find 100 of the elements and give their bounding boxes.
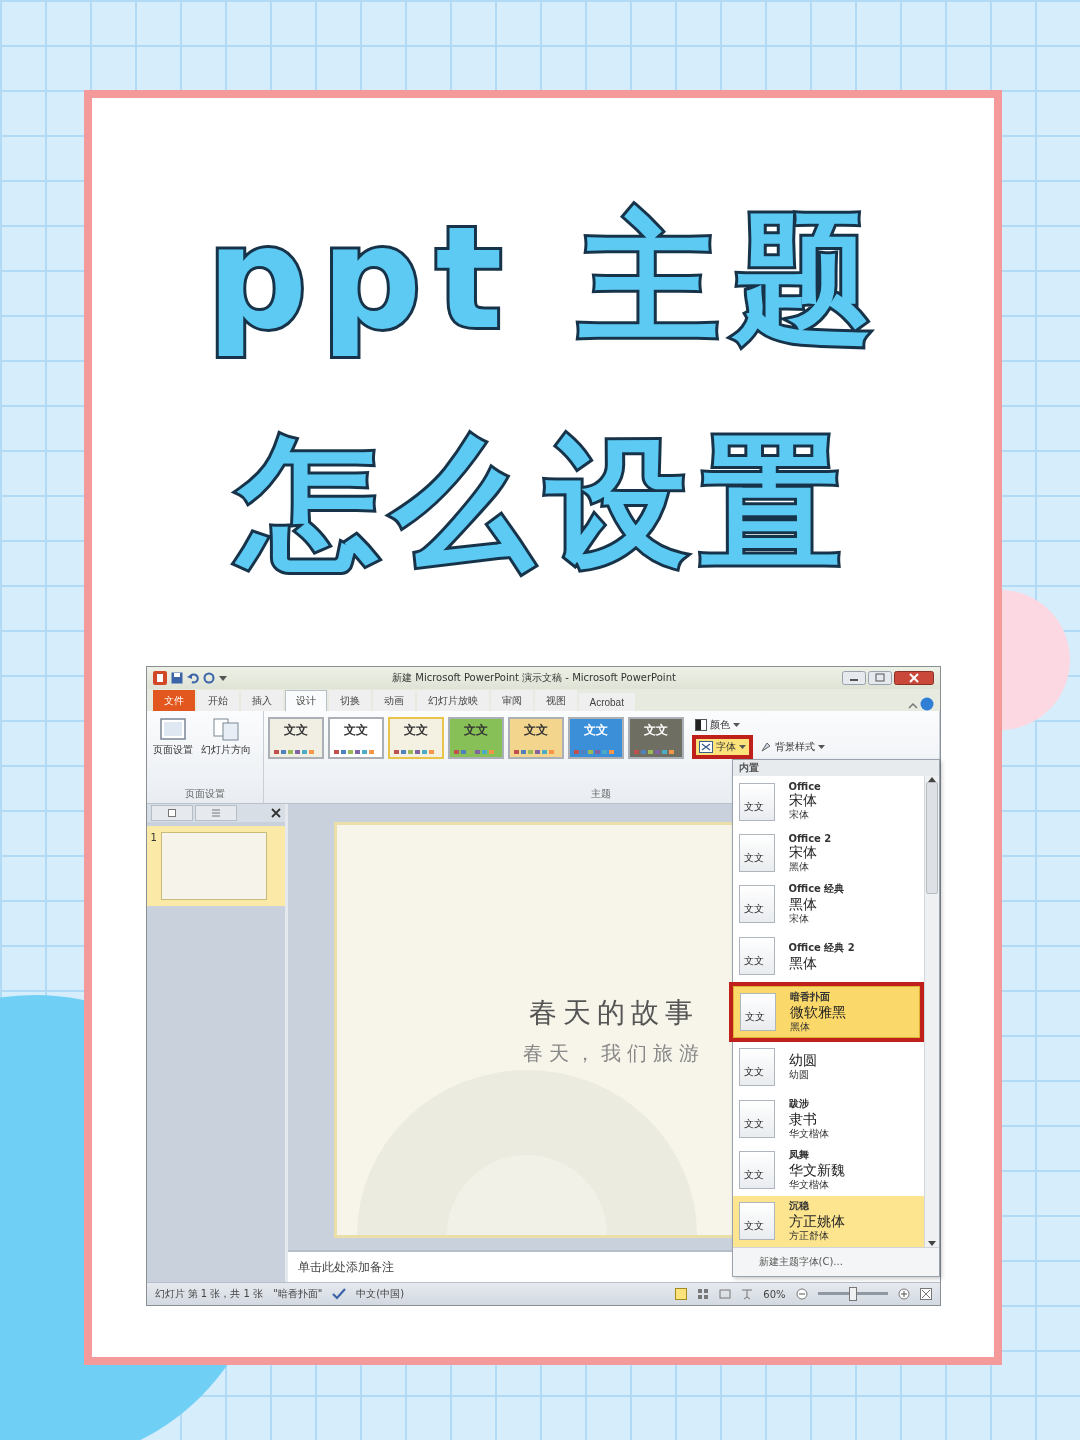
reading-view-icon[interactable] — [719, 1288, 732, 1300]
app-logo-icon[interactable] — [152, 671, 167, 685]
theme-thumbnail[interactable]: 文文 — [447, 717, 504, 759]
caret-icon — [817, 744, 825, 750]
slide-thumbnail[interactable] — [160, 832, 267, 900]
font-preview-tile: 文文 — [739, 992, 776, 1031]
heading-font: 宋体 — [788, 843, 818, 860]
proofing-check-icon[interactable] — [332, 1288, 347, 1300]
font-preview-tile: 文文 — [738, 936, 775, 975]
theme-thumbnail[interactable]: 文文 — [507, 717, 564, 759]
close-icon[interactable] — [270, 808, 281, 818]
ribbon-tab[interactable]: 文件 — [152, 690, 195, 711]
heading-font: 微软雅黑 — [789, 1003, 846, 1020]
theme-font-name: 跋涉 — [788, 1096, 810, 1111]
theme-font-name: Office — [788, 781, 821, 793]
slide-subtitle: 春天，我们旅游 — [522, 1039, 705, 1067]
save-icon[interactable] — [170, 672, 183, 684]
menu-item[interactable]: 文文 暗香扑面 微软雅黑 黑体 — [732, 985, 920, 1038]
ribbon-tab[interactable]: 审阅 — [490, 690, 533, 711]
scrollbar[interactable] — [923, 776, 939, 1247]
slides-icon — [167, 809, 176, 817]
menu-item[interactable]: 文文 凤舞 华文新魏 华文楷体 — [732, 1144, 924, 1196]
body-font: 黑体 — [788, 859, 810, 874]
heading-font: 黑体 — [788, 954, 818, 971]
fit-window-icon[interactable] — [919, 1288, 932, 1300]
slide-thumbnail-row[interactable]: 1 — [146, 826, 285, 906]
color-swatches-drawing — [633, 750, 674, 754]
color-swatches-drawing — [393, 750, 434, 754]
dropdown-caret-icon[interactable] — [218, 674, 227, 682]
menu-item[interactable]: 文文 Office 经典 黑体 宋体 — [732, 878, 924, 931]
slider-thumb[interactable] — [848, 1287, 857, 1301]
body-font: 方正舒体 — [788, 1229, 830, 1244]
ribbon-option[interactable]: 颜色 — [691, 717, 862, 733]
menu-command[interactable]: 新建主题字体(C)... — [732, 1247, 939, 1276]
language-label[interactable]: 中文(中国) — [356, 1287, 405, 1301]
slideshow-icon[interactable] — [741, 1288, 754, 1300]
theme-thumbnail[interactable]: 文文 — [627, 717, 684, 759]
menu-item[interactable]: 文文 Office 经典 2 黑体 — [732, 930, 924, 982]
slide-number: 1 — [150, 832, 157, 845]
ribbon-tab[interactable]: 插入 — [240, 690, 283, 711]
ribbon-tab[interactable]: 动画 — [372, 690, 415, 711]
menu-item[interactable]: 文文 Office 2 宋体 黑体 — [732, 827, 924, 879]
menu-item[interactable]: 文文 幼圆 幼圆 — [732, 1041, 924, 1093]
zoom-in-icon[interactable] — [897, 1288, 910, 1300]
headline-text: 怎么设置 — [215, 408, 871, 598]
font-preview-tile: 文文 — [738, 1150, 775, 1189]
color-swatches-drawing — [513, 750, 554, 754]
font-preview-tile: 文文 — [738, 1099, 775, 1138]
outline-icon — [211, 809, 220, 817]
ribbon-option[interactable]: 背景样式 — [756, 739, 828, 755]
zoom-level[interactable]: 60% — [763, 1288, 786, 1300]
ribbon-tab[interactable]: 切换 — [328, 690, 371, 711]
slide-count: 幻灯片 第 1 张，共 1 张 — [154, 1287, 264, 1301]
window-title: 新建 Microsoft PowerPoint 演示文稿 - Microsoft PowerPoint — [391, 671, 677, 685]
theme-font-name: 暗香扑面 — [789, 989, 831, 1004]
menu-item[interactable]: 文文 跋涉 隶书 华文楷体 — [732, 1092, 924, 1145]
zoom-out-icon[interactable] — [795, 1288, 808, 1300]
heading-font: 黑体 — [788, 896, 818, 913]
group-label: 页面设置 — [184, 787, 225, 801]
pages-icon — [211, 717, 240, 741]
slides-tab[interactable] — [150, 805, 193, 821]
theme-font-name: Office 经典 — [788, 882, 845, 897]
font-preview-tile: 文文 — [738, 782, 775, 821]
normal-view-icon[interactable] — [675, 1288, 688, 1300]
undo-icon[interactable] — [186, 672, 199, 684]
body-font: 宋体 — [788, 808, 810, 823]
theme-thumbnail[interactable]: 文文 — [267, 717, 324, 759]
theme-font-name: Office 经典 2 — [788, 940, 855, 955]
ribbon-tab[interactable]: 幻灯片放映 — [416, 690, 489, 711]
color-swatches-drawing — [273, 750, 314, 754]
ribbon-tab[interactable]: 设计 — [284, 690, 327, 711]
slide-title: 春天的故事 — [528, 994, 699, 1031]
minimize-icon[interactable] — [841, 671, 866, 685]
close-icon[interactable] — [893, 671, 934, 685]
caret-icon — [732, 722, 740, 728]
ribbon-button[interactable]: 页面设置 — [150, 715, 195, 759]
ribbon-tab[interactable]: 开始 — [196, 690, 239, 711]
minimize-ribbon-icon[interactable] — [907, 701, 918, 711]
heading-font: 宋体 — [788, 792, 818, 809]
menu-item[interactable]: 文文 沉稳 方正姚体 方正舒体 — [732, 1195, 924, 1247]
theme-thumbnail[interactable]: 文文 — [387, 717, 444, 759]
ribbon-tab[interactable]: 视图 — [534, 690, 577, 711]
headline-text: ppt 主题 — [205, 196, 889, 362]
heading-font: 幼圆 — [788, 1052, 817, 1069]
font-preview-tile: 文文 — [738, 885, 775, 924]
ribbon-option[interactable]: 字体 — [695, 739, 749, 755]
menu-section-header: 内置 — [732, 760, 939, 776]
theme-font-name: 沉稳 — [788, 1199, 810, 1214]
theme-name: "暗香扑面" — [273, 1287, 323, 1301]
menu-item[interactable]: 文文 Office 宋体 宋体 — [732, 776, 924, 828]
font-preview-tile: 文文 — [738, 1048, 775, 1087]
scroll-thumb[interactable] — [925, 782, 938, 894]
ribbon-button[interactable]: 幻灯片方向 — [198, 715, 253, 759]
body-font: 宋体 — [788, 912, 810, 927]
theme-thumbnail[interactable]: 文文 — [327, 717, 384, 759]
theme-font-name: Office 2 — [788, 832, 832, 844]
sorter-view-icon[interactable] — [697, 1288, 710, 1300]
color-swatches-drawing — [573, 750, 614, 754]
ribbon-tab[interactable]: Acrobat — [578, 693, 635, 711]
body-font: 华文楷体 — [788, 1177, 830, 1192]
